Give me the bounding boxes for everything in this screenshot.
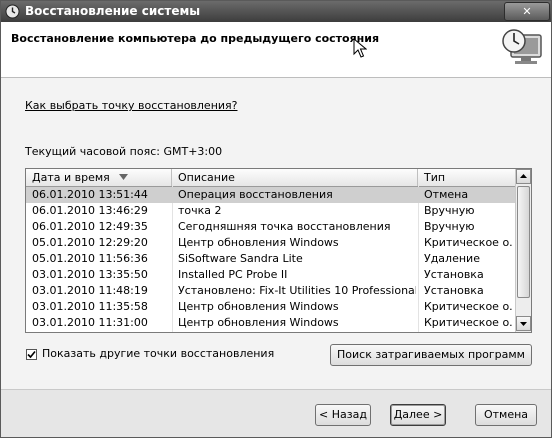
scroll-up-button[interactable]	[516, 169, 531, 184]
table-row[interactable]: 03.01.2010 11:35:58 Центр обновления Win…	[26, 299, 515, 315]
next-button[interactable]: Далее >	[390, 404, 446, 426]
sort-descending-icon	[119, 174, 128, 180]
window-title: Восстановление системы	[25, 4, 201, 18]
checkmark-icon	[27, 350, 36, 359]
system-restore-window: Восстановление системы ✕ Восстановление …	[0, 0, 552, 438]
table-row[interactable]: 06.01.2010 12:49:35 Сегодняшняя точка во…	[26, 219, 515, 235]
table-row[interactable]: 05.01.2010 12:29:20 Центр обновления Win…	[26, 235, 515, 251]
row-type: Вручную	[424, 204, 475, 217]
row-description: Операция восстановления	[178, 188, 333, 201]
row-type: Критическое о...	[424, 236, 512, 249]
row-datetime: 05.01.2010 12:29:20	[32, 236, 148, 249]
arrow-down-icon	[520, 322, 527, 326]
row-description: Сегодняшняя точка восстановления	[178, 220, 391, 233]
row-type: Вручную	[424, 220, 475, 233]
row-type: Установка	[424, 268, 484, 281]
row-description: Установлено: Fix-It Utilities 10 Profess…	[178, 284, 416, 297]
column-header-type[interactable]: Тип	[418, 169, 515, 186]
row-type: Критическое о...	[424, 316, 512, 329]
column-header-description[interactable]: Описание	[172, 169, 418, 186]
close-button[interactable]: ✕	[504, 2, 550, 21]
row-description: SiSoftware Sandra Lite	[178, 252, 303, 265]
show-more-label[interactable]: Показать другие точки восстановления	[42, 347, 274, 360]
help-link[interactable]: Как выбрать точку восстановления?	[25, 99, 238, 112]
row-datetime: 03.01.2010 11:48:19	[32, 284, 148, 297]
arrow-up-icon	[520, 174, 527, 178]
column-type-label: Тип	[424, 171, 446, 184]
restore-points-list[interactable]: Дата и время Описание Тип 06.01.2010 13:…	[25, 168, 532, 333]
footer-panel	[1, 389, 551, 437]
row-datetime: 05.01.2010 11:56:36	[32, 252, 148, 265]
table-row[interactable]: 06.01.2010 13:46:29 точка 2 Вручную	[26, 203, 515, 219]
column-header-datetime[interactable]: Дата и время	[26, 169, 172, 186]
table-row[interactable]: 06.01.2010 13:51:44 Операция восстановле…	[26, 187, 515, 203]
system-restore-icon	[5, 4, 20, 19]
row-type: Удаление	[424, 252, 480, 265]
table-row[interactable]: 05.01.2010 11:56:36 SiSoftware Sandra Li…	[26, 251, 515, 267]
row-type: Отмена	[424, 188, 469, 201]
table-row[interactable]: 03.01.2010 11:31:00 Центр обновления Win…	[26, 315, 515, 331]
row-description: Центр обновления Windows	[178, 300, 339, 313]
column-description-label: Описание	[178, 171, 235, 184]
cancel-button[interactable]: Отмена	[475, 404, 537, 426]
row-description: Центр обновления Windows	[178, 316, 339, 329]
row-datetime: 06.01.2010 12:49:35	[32, 220, 148, 233]
row-type: Критическое о...	[424, 300, 512, 313]
timezone-label: Текущий часовой пояс: GMT+3:00	[25, 145, 223, 158]
row-datetime: 06.01.2010 13:46:29	[32, 204, 148, 217]
row-datetime: 03.01.2010 11:31:00	[32, 316, 148, 329]
mouse-cursor-icon	[353, 38, 367, 58]
scan-affected-programs-button[interactable]: Поиск затрагиваемых программ	[330, 344, 532, 366]
table-row[interactable]: 03.01.2010 11:48:19 Установлено: Fix-It …	[26, 283, 515, 299]
table-row[interactable]: 03.01.2010 13:35:50 Installed PC Probe I…	[26, 267, 515, 283]
column-datetime-label: Дата и время	[32, 171, 110, 184]
row-description: Installed PC Probe II	[178, 268, 288, 281]
header-panel: Восстановление компьютера до предыдущего…	[1, 22, 551, 78]
clock-monitor-icon	[502, 29, 542, 64]
title-bar[interactable]: Восстановление системы ✕	[1, 1, 551, 22]
scroll-thumb[interactable]	[517, 186, 530, 298]
row-datetime: 03.01.2010 13:35:50	[32, 268, 148, 281]
row-description: Центр обновления Windows	[178, 236, 339, 249]
show-more-checkbox[interactable]	[26, 349, 37, 360]
row-type: Установка	[424, 284, 484, 297]
vertical-scrollbar[interactable]	[515, 169, 531, 332]
row-datetime: 03.01.2010 11:35:58	[32, 300, 148, 313]
row-datetime: 06.01.2010 13:51:44	[32, 188, 148, 201]
scroll-down-button[interactable]	[516, 316, 531, 331]
row-description: точка 2	[178, 204, 222, 217]
list-header: Дата и время Описание Тип	[26, 169, 515, 187]
back-button[interactable]: < Назад	[315, 404, 371, 426]
page-title: Восстановление компьютера до предыдущего…	[11, 32, 380, 45]
